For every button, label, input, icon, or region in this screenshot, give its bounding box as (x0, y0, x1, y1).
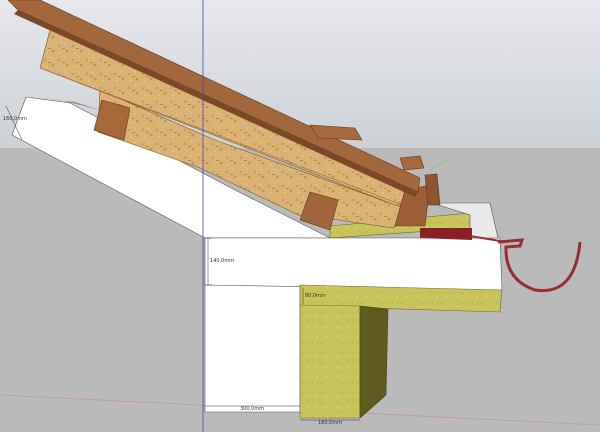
dim-label-wall-width: 300,0mm (240, 406, 264, 412)
counter-batten-2 (399, 155, 425, 171)
dark-edge-strip (420, 228, 472, 240)
dim-label-fascia-small: 80,0mm (305, 293, 326, 299)
mineral-wool-vertical (299, 304, 361, 419)
dim-label-slab-height: 140,0mm (210, 258, 234, 264)
dim-label-insulation-width: 180,0mm (318, 420, 342, 426)
dim-label-roof-edge: 160,0mm (3, 116, 27, 122)
white-slab (204, 237, 503, 291)
roof-eave-section-diagram: 140,0mm 300,0mm 180,0mm 160,0mm 80,0mm (0, 0, 600, 432)
counter-batten-3 (424, 173, 441, 206)
